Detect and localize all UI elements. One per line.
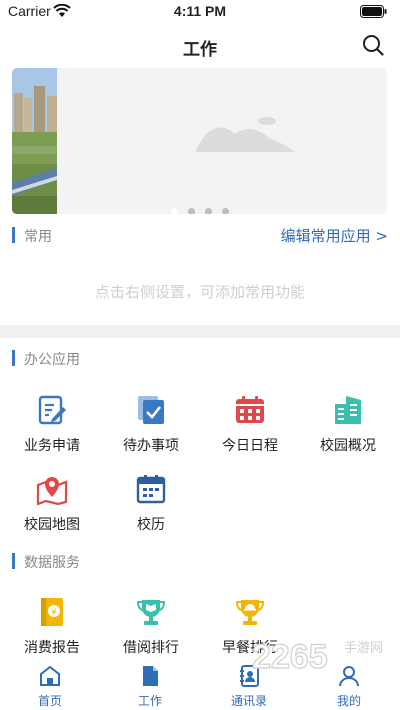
nav-bar: 工作 <box>0 28 400 62</box>
tab-work[interactable]: 工作 <box>115 664 185 709</box>
tab-label: 工作 <box>137 694 162 708</box>
app-today-schedule[interactable]: 今日日程 <box>205 394 295 455</box>
home-icon <box>40 665 60 686</box>
page-title: 工作 <box>183 40 217 60</box>
svg-text:手游网: 手游网 <box>344 641 383 656</box>
status-time: 4:11 PM <box>173 3 227 19</box>
tab-label: 首页 <box>37 694 62 708</box>
app-campus-overview[interactable]: 校园概况 <box>303 394 393 455</box>
image-placeholder-icon <box>195 117 295 152</box>
common-section-header: 常用 编辑常用应用 > <box>12 225 388 245</box>
app-todo[interactable]: 待办事项 <box>106 394 196 455</box>
app-business-application[interactable]: 业务申请 <box>7 394 97 455</box>
app-label: 业务申请 <box>24 438 80 454</box>
app-consumption-report[interactable]: ¥ 消费报告 <box>7 596 97 657</box>
carousel-dot[interactable] <box>204 208 212 214</box>
app-label: 今日日程 <box>222 438 278 454</box>
work-file-icon <box>143 666 158 686</box>
banner-photo <box>12 68 57 214</box>
app-label: 校历 <box>137 517 165 533</box>
app-label: 借阅排行 <box>123 640 179 656</box>
section-title-data-services: 数据服务 <box>24 555 80 571</box>
building-icon <box>335 396 361 424</box>
watermark-logo: 2265 手游网 <box>251 637 383 676</box>
consumption-report-icon: ¥ <box>41 598 63 626</box>
battery-icon <box>360 5 387 18</box>
section-divider <box>0 325 400 338</box>
app-label: 消费报告 <box>24 640 80 656</box>
carousel-dot[interactable] <box>170 208 178 214</box>
section-marker <box>12 350 15 366</box>
data-services-section-header: 数据服务 <box>12 551 388 571</box>
app-label: 待办事项 <box>123 438 179 454</box>
todo-check-icon <box>138 396 164 424</box>
map-pin-icon <box>36 477 68 505</box>
school-calendar-icon <box>136 475 166 504</box>
status-bar: Carrier 4:11 PM <box>0 0 400 24</box>
section-title-common: 常用 <box>24 229 52 245</box>
app-label: 校园地图 <box>24 517 80 533</box>
app-school-calendar[interactable]: 校历 <box>106 473 196 534</box>
carousel-dot[interactable] <box>221 208 229 214</box>
tab-label: 我的 <box>336 694 361 708</box>
app-borrowing-ranking[interactable]: 借阅排行 <box>106 596 196 657</box>
document-edit-icon <box>38 395 66 425</box>
carousel-dots[interactable] <box>12 200 387 214</box>
search-icon[interactable] <box>362 34 384 56</box>
svg-text:2265: 2265 <box>252 638 328 676</box>
section-marker <box>12 227 15 243</box>
calendar-icon <box>236 396 264 423</box>
office-section-header: 办公应用 <box>12 348 388 368</box>
section-marker <box>12 553 15 569</box>
tab-home[interactable]: 首页 <box>15 664 85 709</box>
breakfast-trophy-icon <box>235 600 265 625</box>
tab-label: 通讯录 <box>230 694 267 708</box>
section-title-office: 办公应用 <box>24 352 80 368</box>
edit-common-apps-link[interactable]: 编辑常用应用 > <box>281 225 388 246</box>
carousel-dot[interactable] <box>187 208 195 214</box>
common-empty-hint: 点击右侧设置，可添加常用功能 <box>94 283 305 301</box>
svg-text:¥: ¥ <box>51 608 57 618</box>
app-campus-map[interactable]: 校园地图 <box>7 473 97 534</box>
app-label: 校园概况 <box>320 438 376 454</box>
banner-carousel[interactable] <box>12 68 387 214</box>
book-trophy-icon <box>136 600 166 625</box>
